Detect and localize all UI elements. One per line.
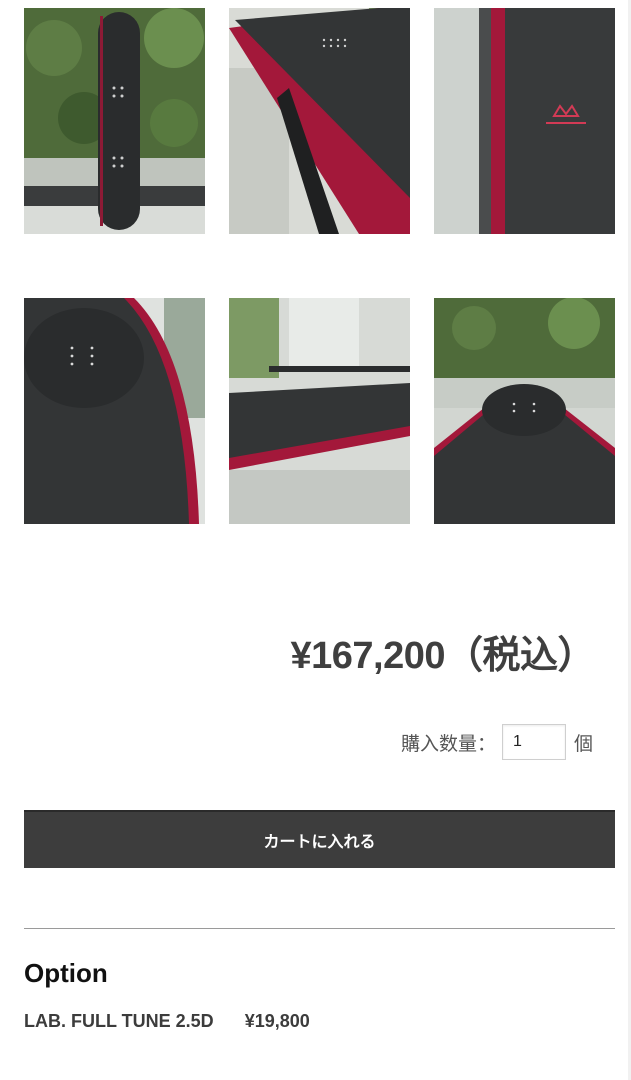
gallery-thumb-1[interactable] <box>24 8 205 234</box>
quantity-label: 購入数量： <box>400 732 496 755</box>
gallery-thumb-5[interactable] <box>229 298 410 524</box>
option-item-name: LAB. FULL TUNE 2.5D <box>24 1011 214 1031</box>
quantity-unit: 個 <box>573 732 593 755</box>
snowboard-tail-window-photo <box>434 298 615 524</box>
snowboard-full-view-photo <box>24 8 205 234</box>
gallery-thumb-2[interactable] <box>229 8 410 234</box>
gallery-thumb-3[interactable] <box>434 8 615 234</box>
snowboard-base-edge-photo <box>229 298 410 524</box>
quantity-input[interactable] <box>501 724 566 760</box>
option-item-price: ¥19,800 <box>244 1011 310 1031</box>
gallery-thumb-6[interactable] <box>434 298 615 524</box>
gallery-thumb-4[interactable] <box>24 298 205 524</box>
quantity-row: 購入数量： 個 <box>401 724 593 760</box>
option-section-title: Option <box>24 958 108 988</box>
option-item: LAB. FULL TUNE 2.5D ¥19,800 <box>24 1011 310 1032</box>
section-divider <box>24 928 615 929</box>
add-to-cart-button[interactable]: カートに入れる <box>24 810 615 868</box>
snowboard-nose-angle-photo <box>229 8 410 234</box>
product-price: ¥167,200（税込） <box>290 635 596 677</box>
snowboard-sidewall-logo-photo <box>434 8 615 234</box>
snowboard-tail-closeup-photo <box>24 298 205 524</box>
